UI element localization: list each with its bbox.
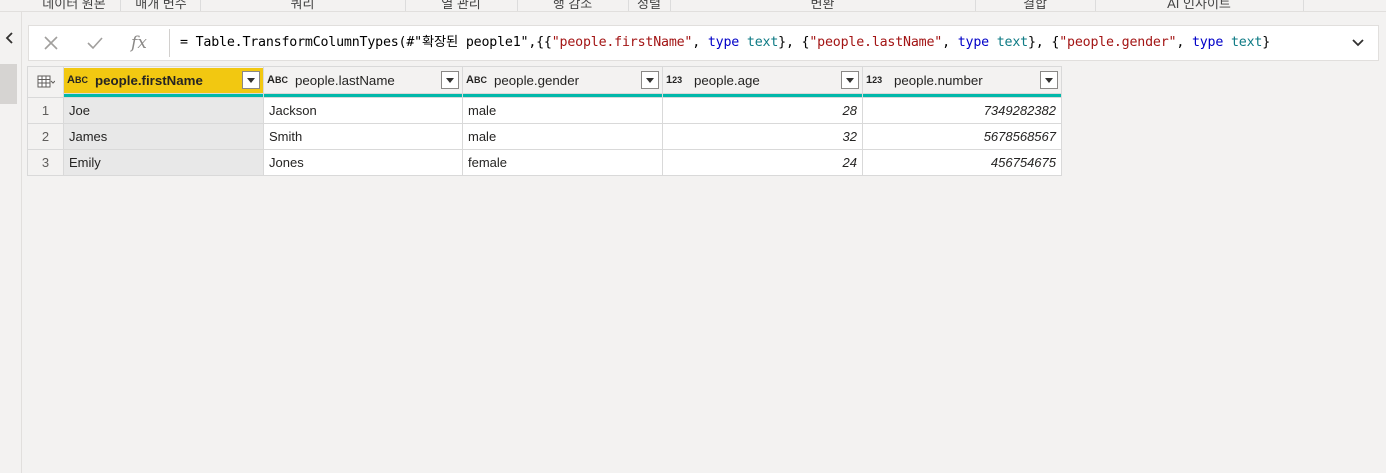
column-filter-button[interactable] xyxy=(841,71,859,89)
table-cell[interactable]: 32 xyxy=(662,123,863,150)
ribbon-separator xyxy=(120,0,121,11)
check-icon xyxy=(87,37,103,50)
table-cell[interactable]: 24 xyxy=(662,149,863,176)
ribbon-separator xyxy=(1303,0,1304,11)
formula-token: "people.gender" xyxy=(1059,35,1177,50)
formula-input[interactable]: = Table.TransformColumnTypes(#"확장된 peopl… xyxy=(180,26,1340,60)
ribbon-group-ai-insights: AI 인사이트 xyxy=(1167,0,1231,11)
ribbon-group-manage-columns: 열 관리 xyxy=(441,0,481,11)
column-filter-button[interactable] xyxy=(1040,71,1058,89)
dropdown-arrow-icon xyxy=(247,77,255,83)
formula-token: "people.firstName" xyxy=(551,35,693,50)
formula-token: "people.lastName" xyxy=(809,35,943,50)
column-header-lastname[interactable]: ABC people.lastName xyxy=(263,66,463,94)
queries-pane-collapsed xyxy=(0,12,22,473)
confirm-formula-button[interactable] xyxy=(73,26,117,60)
table-cell[interactable]: 7349282382 xyxy=(862,97,1062,124)
table-cell[interactable]: 456754675 xyxy=(862,149,1062,176)
formula-token: }, { xyxy=(778,35,810,50)
ribbon-group-combine: 결합 xyxy=(1023,0,1047,11)
chevron-down-icon xyxy=(1352,39,1364,47)
column-header-firstname[interactable]: ABC people.firstName xyxy=(63,66,264,94)
expand-formula-button[interactable] xyxy=(1344,26,1372,60)
table-cell[interactable]: Jones xyxy=(263,149,463,176)
formula-token: text xyxy=(1230,35,1263,50)
table-cell[interactable]: female xyxy=(462,149,663,176)
column-filter-button[interactable] xyxy=(641,71,659,89)
table-row: 1 Joe Jackson male 28 7349282382 xyxy=(27,97,1062,124)
text-type-icon[interactable]: ABC xyxy=(267,74,291,86)
formula-token: , xyxy=(1176,35,1192,50)
row-number[interactable]: 3 xyxy=(27,149,64,176)
formula-token: , xyxy=(692,35,708,50)
formula-token xyxy=(739,35,747,50)
dropdown-arrow-icon xyxy=(846,77,854,83)
number-type-icon[interactable]: 123 xyxy=(866,74,890,86)
column-header-age[interactable]: 123 people.age xyxy=(662,66,863,94)
formula-token: }, { xyxy=(1027,35,1060,50)
ribbon-group-labels: 데이터 원본 매개 변수 쿼리 열 관리 행 감소 정렬 변환 결합 AI 인사… xyxy=(0,0,1386,12)
dropdown-arrow-icon xyxy=(646,77,654,83)
cancel-formula-button[interactable] xyxy=(29,26,73,60)
formula-token: text xyxy=(996,35,1028,50)
insert-function-button[interactable]: fx xyxy=(117,26,161,60)
formula-token: type xyxy=(707,35,740,50)
formula-token xyxy=(989,35,997,50)
column-filter-button[interactable] xyxy=(242,71,260,89)
formula-token: type xyxy=(1191,35,1224,50)
formula-token: , xyxy=(942,35,958,50)
table-menu-corner[interactable] xyxy=(27,66,64,98)
row-number[interactable]: 1 xyxy=(27,97,64,124)
dropdown-arrow-icon xyxy=(446,77,454,83)
text-type-icon[interactable]: ABC xyxy=(67,74,91,86)
ribbon-group-sort: 정렬 xyxy=(637,0,661,11)
x-icon xyxy=(44,36,58,50)
table-icon xyxy=(37,75,55,88)
formula-token: = Table.TransformColumnTypes(#"확장된 peopl… xyxy=(180,35,552,50)
table-cell[interactable]: James xyxy=(63,123,264,150)
text-type-icon[interactable]: ABC xyxy=(466,74,490,86)
row-number[interactable]: 2 xyxy=(27,123,64,150)
formula-bar: fx = Table.TransformColumnTypes(#"확장된 pe… xyxy=(28,25,1379,61)
ribbon-group-data-source: 데이터 원본 xyxy=(42,0,106,11)
data-preview-grid: ABC people.firstName ABC people.lastName xyxy=(27,66,1062,176)
table-row: 2 James Smith male 32 5678568567 xyxy=(27,123,1062,150)
table-cell[interactable]: Emily xyxy=(63,149,264,176)
pane-scroll-thumb[interactable] xyxy=(0,64,17,104)
column-filter-button[interactable] xyxy=(441,71,459,89)
column-header-gender[interactable]: ABC people.gender xyxy=(462,66,663,94)
column-name: people.firstName xyxy=(95,72,203,88)
column-name: people.number xyxy=(894,72,983,88)
ribbon-group-parameters: 매개 변수 xyxy=(135,0,187,11)
table-cell[interactable]: 28 xyxy=(662,97,863,124)
expand-queries-pane-button[interactable] xyxy=(0,26,20,50)
ribbon-group-reduce-rows: 행 감소 xyxy=(552,0,593,11)
table-cell[interactable]: male xyxy=(462,123,663,150)
ribbon-group-query: 쿼리 xyxy=(290,0,315,11)
formula-token: type xyxy=(957,35,989,50)
formula-token xyxy=(1223,35,1231,50)
chevron-left-icon xyxy=(5,32,13,44)
table-cell[interactable]: Smith xyxy=(263,123,463,150)
table-row: 3 Emily Jones female 24 456754675 xyxy=(27,149,1062,176)
table-cell[interactable]: 5678568567 xyxy=(862,123,1062,150)
number-type-icon[interactable]: 123 xyxy=(666,74,690,86)
table-cell[interactable]: Joe xyxy=(63,97,264,124)
column-name: people.age xyxy=(694,72,760,88)
column-header-number[interactable]: 123 people.number xyxy=(862,66,1062,94)
column-name: people.lastName xyxy=(295,72,395,88)
formula-token: text xyxy=(746,35,779,50)
table-cell[interactable]: Jackson xyxy=(263,97,463,124)
table-cell[interactable]: male xyxy=(462,97,663,124)
ribbon-group-transform: 변환 xyxy=(810,0,835,11)
fx-icon: fx xyxy=(131,33,147,53)
dropdown-arrow-icon xyxy=(1045,77,1053,83)
formula-divider xyxy=(169,29,170,57)
formula-token: } xyxy=(1262,35,1271,50)
column-name: people.gender xyxy=(494,72,580,88)
